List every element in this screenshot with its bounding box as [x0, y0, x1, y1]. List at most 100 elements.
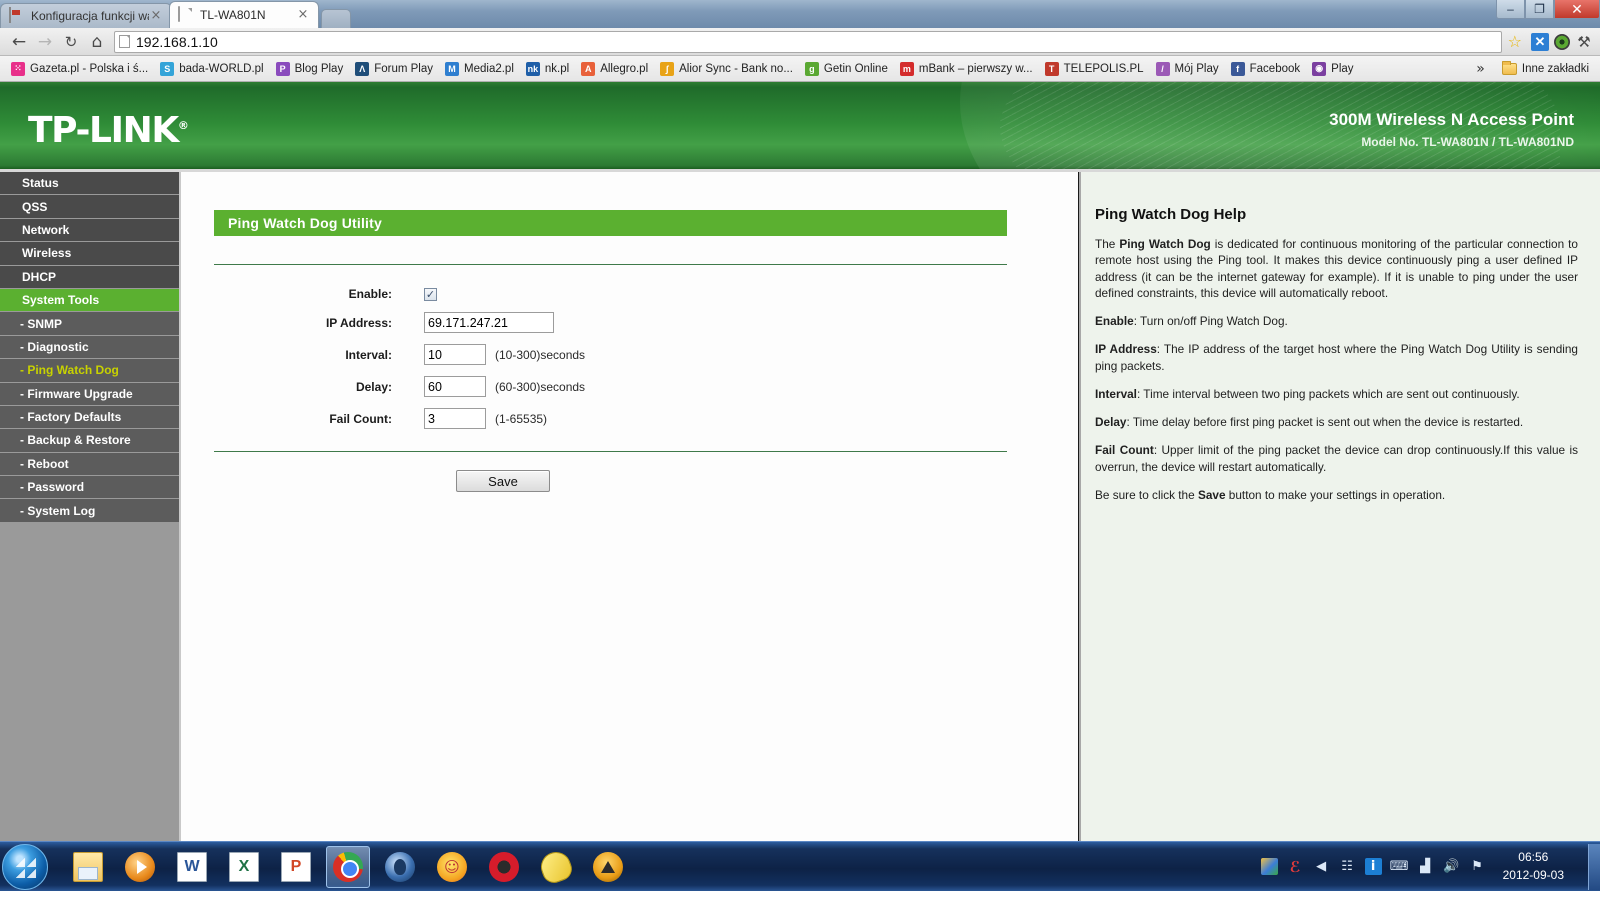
maximize-button[interactable]: ❐	[1525, 0, 1554, 19]
taskbar-app-microsoft-excel[interactable]: X	[222, 846, 266, 888]
tray-network-monitor-icon[interactable]: ☷	[1339, 858, 1356, 875]
sidebar-item-factory-defaults[interactable]: - Factory Defaults	[0, 405, 179, 430]
extension-eye-icon[interactable]	[1552, 32, 1572, 52]
bookmark-item[interactable]: nk nk.pl	[521, 60, 574, 78]
tray-clipboard-icon[interactable]: ⌨	[1390, 858, 1409, 875]
taskbar-app-windows-media-player[interactable]	[118, 846, 162, 888]
bookmark-item[interactable]: ◉ Play	[1307, 60, 1358, 78]
tray-e-icon[interactable]: ℰ	[1287, 858, 1304, 876]
bookmark-item[interactable]: Sbada-WORLD.pl	[155, 60, 268, 78]
sidebar-item-password[interactable]: - Password	[0, 476, 179, 500]
sidebar-item-label: QSS	[22, 199, 48, 214]
show-desktop-button[interactable]	[1588, 843, 1600, 890]
bookmark-item[interactable]: M Media2.pl	[440, 60, 519, 78]
sidebar-item-label: - Backup & Restore	[20, 433, 131, 448]
new-tab-button[interactable]	[321, 9, 351, 28]
bookmark-label: Play	[1331, 62, 1354, 75]
bookmark-item[interactable]: g Getin Online	[800, 60, 893, 78]
tray-signal-icon[interactable]: ▟	[1417, 858, 1434, 875]
bookmark-label: Alior Sync - Bank no...	[679, 62, 793, 75]
bookmark-item[interactable]: A Allegro.pl	[576, 60, 653, 78]
ip-address-input[interactable]: 69.171.247.21	[424, 312, 554, 333]
bookmark-item[interactable]: ∫ Alior Sync - Bank no...	[655, 60, 798, 78]
browser-tab-2[interactable]: TL-WA801N ×	[169, 1, 319, 28]
tray-speaker-icon[interactable]: ◀	[1313, 858, 1330, 875]
taskbar-app-google-chrome[interactable]	[326, 845, 370, 888]
sidebar-item-label: DHCP	[22, 269, 57, 284]
home-icon[interactable]: ⌂	[84, 30, 110, 54]
bookmark-favicon: ∫	[660, 61, 675, 76]
taskbar-clock[interactable]: 06:56 2012-09-03	[1495, 849, 1578, 884]
bookmark-label: Media2.pl	[464, 62, 514, 75]
back-icon[interactable]: ←	[6, 30, 32, 54]
form-row-delay: Delay: 60 (60-300)seconds	[214, 376, 1007, 397]
triangle-icon	[593, 851, 623, 882]
bookmark-item[interactable]: ⁙ Gazeta.pl - Polska i ś...	[6, 60, 153, 78]
sidebar-item-reboot[interactable]: - Reboot	[0, 452, 179, 477]
sidebar-item-snmp[interactable]: - SNMP	[0, 312, 179, 336]
fail-count-input[interactable]: 3	[424, 408, 486, 429]
bookmark-item[interactable]: Λ Forum Play	[350, 60, 438, 78]
bookmark-item[interactable]: m mBank – pierwszy w...	[895, 60, 1038, 78]
taskbar-app-sun-app[interactable]	[430, 846, 474, 888]
bookmarks-overflow-icon[interactable]: »	[1466, 61, 1495, 77]
taskbar-app-windows-explorer[interactable]	[66, 846, 110, 888]
save-button[interactable]: Save	[456, 470, 550, 492]
help-entry-text: : Upper limit of the ping packet the dev…	[1095, 443, 1578, 474]
opera-icon	[489, 851, 519, 882]
tray-volume-icon[interactable]: 🔊	[1443, 858, 1460, 875]
folder-icon	[1501, 60, 1517, 75]
help-footer-term: Save	[1197, 487, 1226, 502]
close-icon[interactable]: ×	[149, 9, 163, 23]
browser-tab-1[interactable]: Konfiguracja funkcji watch ×	[0, 3, 172, 28]
enable-checkbox[interactable]: ✓	[424, 287, 437, 301]
sidebar-item-firmware-upgrade[interactable]: - Firmware Upgrade	[0, 382, 179, 406]
other-bookmarks-folder[interactable]: Inne zakładki	[1497, 60, 1594, 77]
extension-x-icon[interactable]: ✕	[1530, 32, 1550, 52]
sidebar-item-label: - Factory Defaults	[20, 410, 122, 425]
bookmark-item[interactable]: f Facebook	[1226, 60, 1306, 78]
sidebar-item-qss[interactable]: QSS	[0, 195, 179, 219]
sidebar-item-wireless[interactable]: Wireless	[0, 242, 179, 266]
address-bar[interactable]: 192.168.1.10	[114, 30, 1502, 53]
sidebar-item-backup-restore[interactable]: - Backup & Restore	[0, 429, 179, 453]
sidebar-item-status[interactable]: Status	[0, 172, 179, 196]
bookmark-star-icon[interactable]: ☆	[1508, 32, 1522, 51]
product-name: 300M Wireless N Access Point	[1329, 110, 1574, 129]
bookmark-favicon: A	[581, 61, 596, 76]
taskbar-app-microsoft-word[interactable]: W	[170, 846, 214, 888]
start-button[interactable]	[2, 843, 48, 890]
sidebar-item-dhcp[interactable]: DHCP	[0, 265, 179, 289]
ping-watch-dog-panel: Ping Watch Dog Utility Enable: ✓ IP Addr…	[214, 210, 1007, 492]
bookmark-item[interactable]: T TELEPOLIS.PL	[1040, 60, 1149, 78]
interval-input[interactable]: 10	[424, 344, 486, 365]
taskbar-app-thunderbird[interactable]	[378, 846, 422, 888]
chrome-menu-wrench-icon[interactable]: ⚒	[1574, 32, 1594, 52]
bookmark-item[interactable]: P Blog Play	[271, 60, 349, 78]
bookmark-item[interactable]: / Mój Play	[1151, 60, 1224, 78]
sidebar-item-diagnostic[interactable]: - Diagnostic	[0, 335, 179, 360]
taskbar-apps: WXP	[66, 845, 630, 888]
sidebar-item-ping-watch-dog[interactable]: - Ping Watch Dog	[0, 359, 179, 383]
sidebar-item-system-tools[interactable]: System Tools	[0, 288, 179, 313]
bookmark-label: Allegro.pl	[600, 62, 649, 75]
sidebar-item-system-log[interactable]: - System Log	[0, 499, 179, 523]
minimize-button[interactable]: –	[1496, 0, 1525, 19]
reload-icon[interactable]: ↻	[58, 30, 84, 54]
taskbar-app-triangle-app[interactable]	[586, 846, 630, 888]
fail-count-label: Fail Count:	[329, 411, 392, 426]
taskbar-app-bulb-app[interactable]	[534, 846, 578, 888]
taskbar-app-microsoft-powerpoint[interactable]: P	[274, 846, 318, 888]
forward-icon[interactable]: →	[32, 30, 58, 54]
taskbar-app-opera[interactable]	[482, 846, 526, 888]
tray-flag-icon[interactable]: ⚑	[1469, 858, 1486, 875]
tray-info-icon[interactable]: i	[1364, 858, 1382, 875]
tray-color-icon[interactable]	[1260, 858, 1278, 875]
form-row-interval: Interval: 10 (10-300)seconds	[214, 344, 1007, 365]
close-window-button[interactable]: ✕	[1554, 0, 1600, 19]
sidebar-item-network[interactable]: Network	[0, 218, 179, 243]
close-icon[interactable]: ×	[296, 8, 310, 22]
bookmark-favicon: Λ	[355, 61, 370, 76]
system-tray: ℰ ◀ ☷ i ⌨ ▟ 🔊 ⚑ 06:56 2012-09-03	[1260, 849, 1588, 884]
delay-input[interactable]: 60	[424, 376, 486, 397]
